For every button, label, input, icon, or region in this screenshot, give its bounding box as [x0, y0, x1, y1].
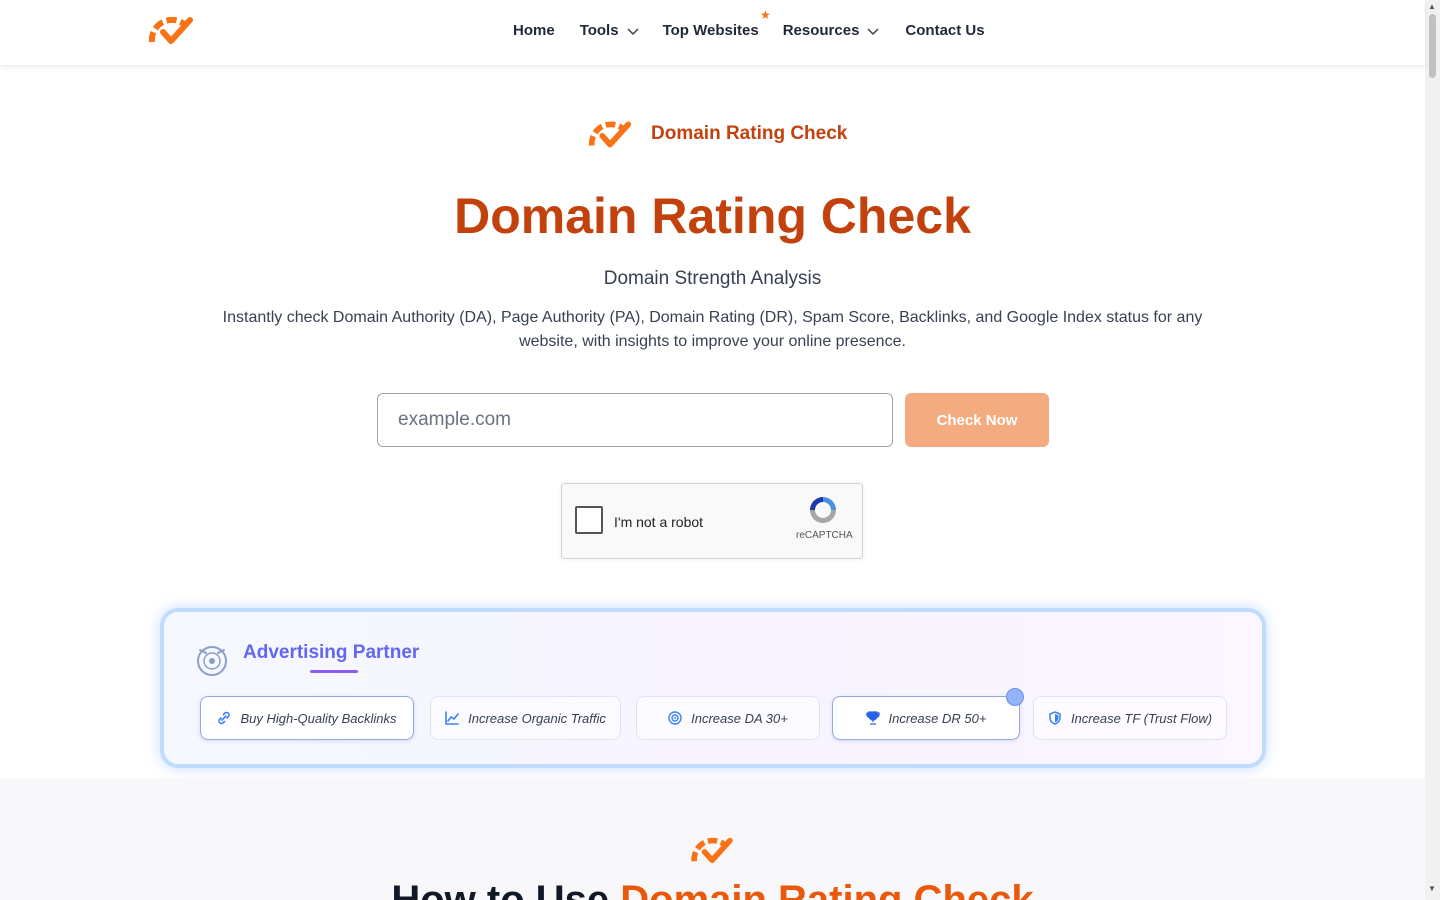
recaptcha-logo-icon [810, 497, 836, 523]
main-nav: Home Tools Top Websites ★ Resources Cont… [513, 8, 985, 39]
nav-contact-us[interactable]: Contact Us [905, 22, 984, 39]
chip-label: Increase DA 30+ [691, 710, 788, 726]
nav-tools-label: Tools [579, 22, 619, 39]
indicator-dot [1006, 688, 1024, 706]
chip-buy-backlinks[interactable]: Buy High-Quality Backlinks [200, 696, 414, 740]
page-scrollbar[interactable]: ▲ ▼ [1425, 0, 1440, 900]
chip-organic-traffic[interactable]: Increase Organic Traffic [430, 696, 621, 740]
chart-icon [445, 711, 459, 725]
title-underline [310, 670, 358, 673]
how-to-use-section: How to Use Domain Rating Check [0, 778, 1425, 900]
trophy-icon [865, 711, 880, 725]
chip-label: Buy High-Quality Backlinks [240, 710, 397, 726]
chip-increase-dr[interactable]: Increase DR 50+ [832, 696, 1020, 740]
chevron-down-icon [867, 27, 879, 35]
page-title: Domain Rating Check [454, 188, 971, 244]
recaptcha-widget: I'm not a robot reCAPTCHA [561, 483, 863, 559]
how-to-use-title-prefix: How to Use [391, 878, 621, 900]
recaptcha-label: I'm not a robot [614, 514, 704, 530]
how-to-use-title: How to Use Domain Rating Check [0, 878, 1425, 900]
recaptcha-checkbox[interactable] [575, 506, 603, 534]
nav-home[interactable]: Home [513, 22, 555, 39]
advertising-partner-card: Advertising Partner Buy High-Quality Bac… [160, 608, 1266, 768]
chevron-down-icon [627, 27, 639, 35]
target-icon [668, 711, 682, 725]
nav-resources-label: Resources [782, 22, 860, 39]
tool-badge-label: Domain Rating Check [651, 123, 848, 144]
nav-home-label: Home [513, 22, 555, 39]
chip-label: Increase DR 50+ [888, 710, 987, 726]
site-header: Home Tools Top Websites ★ Resources Cont… [0, 0, 1425, 65]
recaptcha-brand: reCAPTCHA [796, 530, 853, 541]
link-icon [218, 711, 231, 725]
how-to-use-title-accent: Domain Rating Check [620, 878, 1034, 900]
tool-badge: Domain Rating Check [588, 118, 847, 150]
domain-input[interactable] [377, 393, 893, 447]
nav-contact-us-label: Contact Us [905, 22, 985, 39]
star-icon: ★ [759, 8, 771, 22]
scrollbar-thumb[interactable] [1429, 14, 1436, 78]
scroll-up-arrow-icon[interactable]: ▲ [1428, 2, 1436, 11]
nav-tools[interactable]: Tools [580, 22, 639, 39]
chip-increase-da[interactable]: Increase DA 30+ [636, 696, 820, 740]
gauge-logo-icon [588, 121, 632, 148]
page-description: Instantly check Domain Authority (DA), P… [222, 309, 1203, 350]
check-now-button[interactable]: Check Now [905, 393, 1049, 447]
gauge-logo-icon [691, 837, 733, 864]
scroll-down-arrow-icon[interactable]: ▼ [1428, 884, 1436, 893]
nav-top-websites[interactable]: Top Websites ★ [662, 8, 771, 39]
piggy-bank-icon [197, 646, 227, 676]
chip-label: Increase TF (Trust Flow) [1070, 710, 1213, 726]
advertising-partner-title: Advertising Partner [243, 642, 420, 663]
site-logo-icon[interactable] [148, 14, 196, 46]
chip-label: Increase Organic Traffic [468, 710, 606, 726]
shield-icon [1049, 711, 1061, 725]
nav-top-websites-label: Top Websites [662, 22, 759, 39]
page-subtitle: Domain Strength Analysis [603, 268, 822, 289]
chip-increase-tf[interactable]: Increase TF (Trust Flow) [1033, 696, 1227, 740]
nav-resources[interactable]: Resources [783, 22, 880, 39]
